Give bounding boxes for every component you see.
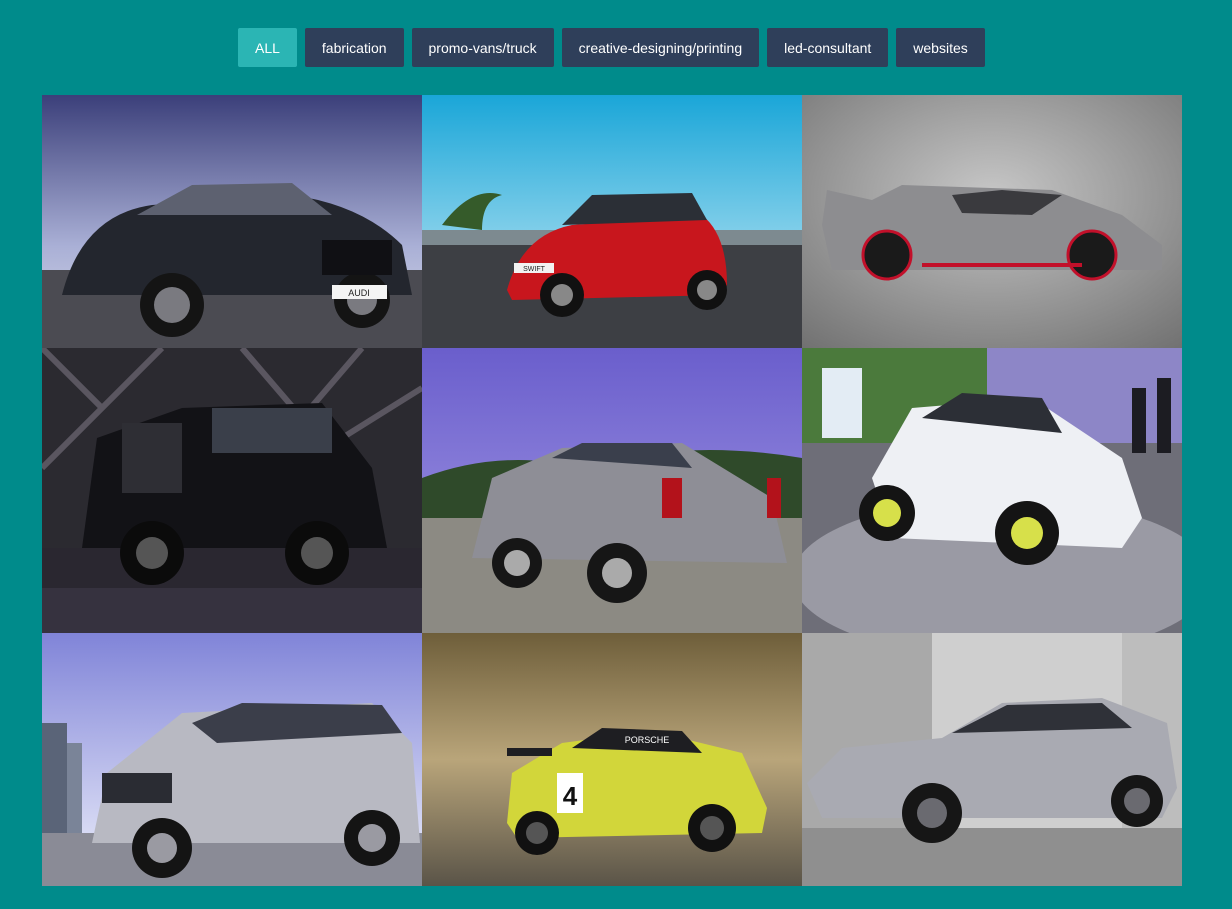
red-suzuki-swift-photo: SWIFT xyxy=(422,95,802,348)
gallery-item-rolls-royce[interactable] xyxy=(42,348,422,633)
filter-all-button[interactable]: ALL xyxy=(238,28,297,67)
gallery-item-sedan[interactable] xyxy=(802,633,1182,886)
silver-lamborghini-photo xyxy=(802,95,1182,348)
white-porsche-taycan-photo xyxy=(802,348,1182,633)
porsche-race-car-photo: 4 PORSCHE xyxy=(422,633,802,886)
filter-led-consultant-button[interactable]: led-consultant xyxy=(767,28,889,67)
gallery-item-cadillac[interactable] xyxy=(422,348,802,633)
silver-toyota-avanza-photo xyxy=(42,633,422,886)
race-brand-text: PORSCHE xyxy=(625,735,670,745)
plate-text: AUDI xyxy=(348,288,370,298)
swift-badge-text: SWIFT xyxy=(523,266,545,273)
filter-creative-designing-printing-button[interactable]: creative-designing/printing xyxy=(561,28,760,67)
race-number-text: 4 xyxy=(563,781,578,811)
gallery-item-lamborghini[interactable] xyxy=(802,95,1182,348)
audi-hatchback-photo: AUDI xyxy=(42,95,422,348)
gallery-item-avanza[interactable] xyxy=(42,633,422,886)
gallery-item-race-car[interactable]: 4 PORSCHE xyxy=(422,633,802,886)
silver-sedan-photo xyxy=(802,633,1182,886)
filter-fabrication-button[interactable]: fabrication xyxy=(304,28,404,67)
gallery-item-audi[interactable]: AUDI xyxy=(42,95,422,348)
filter-websites-button[interactable]: websites xyxy=(896,28,985,67)
portfolio-gallery: AUDI SWIFT 4 PORSCHE xyxy=(42,95,1182,886)
gallery-item-swift[interactable]: SWIFT xyxy=(422,95,802,348)
portfolio-filter-bar: ALL fabrication promo-vans/truck creativ… xyxy=(238,28,985,67)
filter-promo-vans-truck-button[interactable]: promo-vans/truck xyxy=(411,28,554,67)
gallery-item-taycan[interactable] xyxy=(802,348,1182,633)
black-rolls-royce-suv-photo xyxy=(42,348,422,633)
silver-cadillac-suv-photo xyxy=(422,348,802,633)
